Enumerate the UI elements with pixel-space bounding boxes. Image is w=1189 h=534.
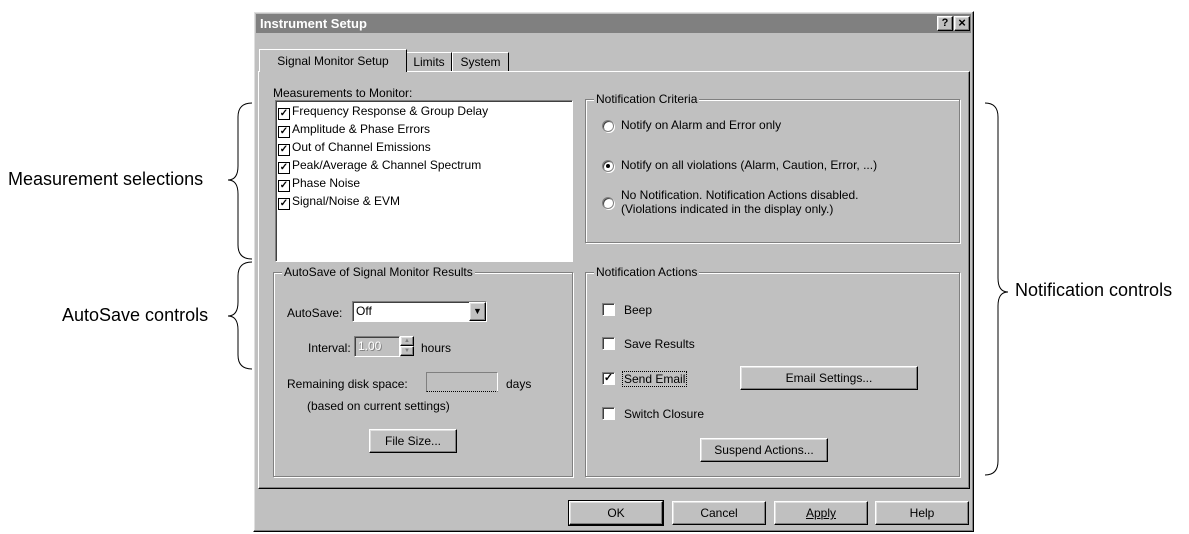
remaining-disk-label: Remaining disk space: (287, 377, 408, 391)
file-size-button[interactable]: File Size... (369, 429, 457, 453)
radio-alarm-error-only-label: Notify on Alarm and Error only (621, 118, 782, 132)
measurement-label: Out of Channel Emissions (292, 140, 431, 154)
send-email-checkbox[interactable]: ✓ (602, 372, 615, 385)
measurement-item[interactable]: ✓ Amplitude & Phase Errors (278, 121, 430, 139)
stepper-up-icon[interactable]: ▲ (400, 336, 414, 346)
save-results-label: Save Results (624, 337, 695, 351)
notification-actions-group: Notification Actions Beep Save Results ✓… (585, 265, 960, 477)
measurement-label: Amplitude & Phase Errors (292, 122, 431, 136)
interval-unit: hours (421, 341, 452, 355)
brace-measurements (227, 102, 253, 260)
autosave-group: AutoSave of Signal Monitor Results AutoS… (273, 265, 573, 477)
autosave-group-title: AutoSave of Signal Monitor Results (282, 265, 475, 279)
notification-criteria-group: Notification Criteria Notify on Alarm an… (585, 92, 960, 243)
apply-button[interactable]: Apply (774, 501, 868, 525)
measurement-label: Peak/Average & Channel Spectrum (292, 158, 482, 172)
suspend-actions-button[interactable]: Suspend Actions... (700, 438, 828, 462)
close-icon[interactable]: × (954, 16, 970, 31)
save-results-checkbox[interactable] (602, 337, 615, 350)
measurement-label: Signal/Noise & EVM (292, 194, 401, 208)
brace-autosave (227, 261, 253, 370)
instrument-setup-dialog: Instrument Setup ? × Signal Monitor Setu… (253, 11, 974, 532)
stepper-down-icon[interactable]: ▼ (400, 346, 414, 356)
autosave-label: AutoSave: (287, 306, 343, 320)
measurement-item[interactable]: ✓ Frequency Response & Group Delay (278, 103, 488, 121)
switch-closure-label: Switch Closure (624, 407, 705, 421)
help-title-button[interactable]: ? (937, 16, 953, 31)
beep-label: Beep (624, 303, 653, 317)
measurement-checkbox[interactable]: ✓ (278, 108, 290, 120)
apply-label: Apply (805, 506, 837, 520)
interval-stepper[interactable]: ▲ ▼ (400, 336, 414, 356)
measurement-item[interactable]: ✓ Out of Channel Emissions (278, 139, 431, 157)
measurement-item[interactable]: ✓ Signal/Noise & EVM (278, 193, 400, 211)
beep-checkbox[interactable] (602, 303, 615, 316)
send-email-label: Send Email (622, 371, 688, 387)
tab-panel: Measurements to Monitor: ✓ Frequency Resp… (258, 71, 970, 489)
email-settings-button[interactable]: Email Settings... (740, 366, 918, 390)
notification-actions-title: Notification Actions (594, 265, 700, 279)
interval-input[interactable]: 1.00 (354, 336, 400, 357)
ok-button[interactable]: OK (568, 500, 664, 526)
help-button[interactable]: Help (875, 501, 969, 525)
notification-criteria-title: Notification Criteria (594, 92, 700, 106)
radio-all-violations[interactable] (602, 160, 614, 172)
autosave-select-value: Off (356, 304, 372, 318)
title-bar[interactable]: Instrument Setup ? × (256, 14, 971, 33)
measurement-item[interactable]: ✓ Peak/Average & Channel Spectrum (278, 157, 481, 175)
radio-all-violations-label: Notify on all violations (Alarm, Caution… (621, 158, 878, 172)
tab-limits[interactable]: Limits (406, 52, 452, 71)
remaining-disk-unit: days (506, 377, 532, 391)
measurements-label: Measurements to Monitor: (273, 86, 413, 100)
autosave-select[interactable]: Off ▼ (352, 301, 487, 322)
interval-value: 1.00 (358, 339, 382, 353)
interval-label: Interval: (308, 341, 351, 355)
measurement-label: Phase Noise (292, 176, 361, 190)
measurement-checkbox[interactable]: ✓ (278, 144, 290, 156)
measurement-checkbox[interactable]: ✓ (278, 126, 290, 138)
tab-system[interactable]: System (452, 52, 509, 71)
radio-alarm-error-only[interactable] (602, 120, 614, 132)
measurement-item[interactable]: ✓ Phase Noise (278, 175, 360, 193)
measurement-label: Frequency Response & Group Delay (292, 104, 489, 118)
brace-notification (984, 102, 1009, 476)
radio-no-notification-note: (Violations indicated in the display onl… (621, 202, 834, 216)
window-title: Instrument Setup (260, 16, 367, 31)
measurements-list[interactable]: ✓ Frequency Response & Group Delay ✓ Ampli… (275, 100, 573, 262)
radio-no-notification[interactable] (602, 197, 614, 209)
chevron-down-icon[interactable]: ▼ (469, 302, 486, 321)
based-on-note: (based on current settings) (307, 399, 450, 413)
measurement-checkbox[interactable]: ✓ (278, 162, 290, 174)
remaining-disk-value (426, 372, 498, 392)
radio-no-notification-label: No Notification. Notification Actions di… (621, 188, 859, 202)
switch-closure-checkbox[interactable] (602, 407, 615, 420)
measurement-checkbox[interactable]: ✓ (278, 180, 290, 192)
tab-signal-monitor-setup[interactable]: Signal Monitor Setup (259, 49, 407, 72)
measurement-checkbox[interactable]: ✓ (278, 198, 290, 210)
cancel-button[interactable]: Cancel (672, 501, 766, 525)
